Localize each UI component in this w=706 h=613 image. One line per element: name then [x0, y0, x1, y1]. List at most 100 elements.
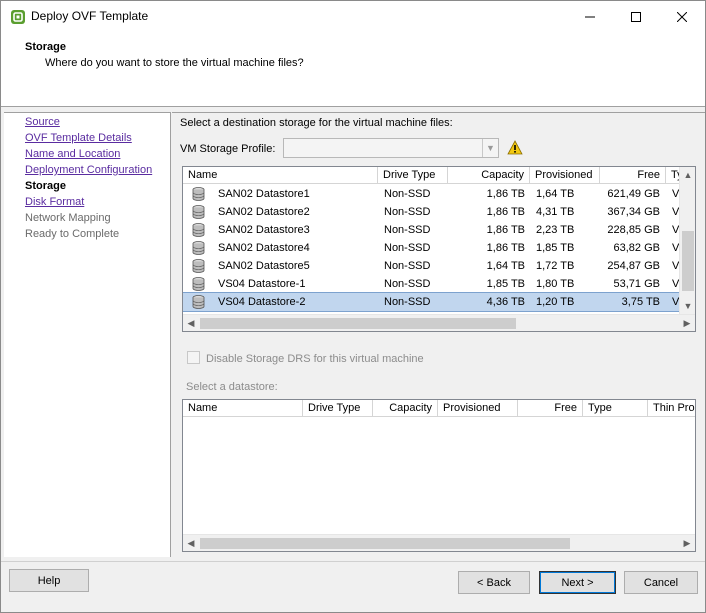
scroll-thumb[interactable]: [200, 318, 516, 329]
col-type[interactable]: Type: [583, 400, 648, 417]
title-bar[interactable]: Deploy OVF Template: [1, 1, 705, 32]
datastore-icon: [192, 205, 205, 219]
col-thin-provisioning[interactable]: Thin Pro: [648, 400, 695, 417]
table-row[interactable]: SAN02 Datastore4 Non-SSD 1,86 TB 1,85 TB 63,…: [183, 239, 682, 257]
cell-name: VS04 Datastore-2: [218, 296, 306, 308]
scroll-thumb[interactable]: [200, 538, 570, 549]
cell-provisioned: 1,20 TB: [536, 296, 575, 308]
datastore-icon: [192, 277, 205, 291]
table-row[interactable]: SAN02 Datastore3 Non-SSD 1,86 TB 2,23 TB 228…: [183, 221, 682, 239]
close-icon: [677, 11, 687, 22]
minimize-button[interactable]: [567, 1, 613, 32]
page-subtitle: Where do you want to store the virtual m…: [45, 57, 304, 69]
cell-drive-type: Non-SSD: [384, 296, 431, 308]
cell-provisioned: 1,72 TB: [536, 260, 575, 272]
cell-free: 53,71 GB: [613, 278, 660, 290]
table-row[interactable]: SAN02 Datastore5 Non-SSD 1,64 TB 1,72 TB 254…: [183, 257, 682, 275]
cell-drive-type: Non-SSD: [384, 278, 431, 290]
disable-drs-checkbox[interactable]: [187, 351, 200, 364]
storage-panel: Select a destination storage for the vir…: [172, 112, 705, 557]
datastore-vscrollbar[interactable]: ▲ ▼: [679, 167, 695, 314]
vm-storage-profile-select[interactable]: ▼: [283, 138, 499, 158]
col-free[interactable]: Free: [518, 400, 583, 417]
page-title: Storage: [25, 41, 66, 53]
cell-name: VS04 Datastore-1: [218, 278, 306, 290]
datastore-detail-table: Name Drive Type Capacity Provisioned Fre…: [182, 399, 696, 552]
detail-hscrollbar[interactable]: ◀ ▶: [183, 534, 695, 551]
cell-capacity: 1,86 TB: [486, 224, 525, 236]
col-drive-type[interactable]: Drive Type: [303, 400, 373, 417]
cell-free: 367,34 GB: [607, 206, 660, 218]
vm-storage-profile-label: VM Storage Profile:: [180, 143, 276, 155]
cell-drive-type: Non-SSD: [384, 242, 431, 254]
maximize-button[interactable]: [613, 1, 659, 32]
minimize-icon: [585, 16, 595, 17]
scroll-right-icon[interactable]: ▶: [679, 315, 695, 331]
col-name[interactable]: Name: [183, 400, 303, 417]
table-row[interactable]: SAN02 Datastore1 Non-SSD 1,86 TB 1,64 TB 621…: [183, 185, 682, 203]
vsphere-app-icon: [11, 10, 25, 24]
cell-name: SAN02 Datastore2: [218, 206, 310, 218]
help-button[interactable]: Help: [9, 569, 89, 592]
cell-free: 621,49 GB: [607, 188, 660, 200]
cell-provisioned: 1,80 TB: [536, 278, 575, 290]
cell-name: SAN02 Datastore5: [218, 260, 310, 272]
cell-drive-type: Non-SSD: [384, 206, 431, 218]
datastore-icon: [192, 241, 205, 255]
scroll-thumb[interactable]: [682, 231, 694, 291]
col-free[interactable]: Free: [600, 167, 666, 184]
deploy-ovf-dialog: Deploy OVF Template Storage Where do you…: [0, 0, 706, 613]
datastore-icon: [192, 259, 205, 273]
footer-divider: [1, 561, 705, 562]
col-provisioned[interactable]: Provisioned: [438, 400, 518, 417]
step-storage: Storage: [25, 180, 66, 192]
cell-capacity: 4,36 TB: [486, 296, 525, 308]
scroll-right-icon[interactable]: ▶: [679, 535, 695, 551]
next-button[interactable]: Next >: [539, 571, 616, 594]
cell-provisioned: 4,31 TB: [536, 206, 575, 218]
col-drive-type[interactable]: Drive Type: [378, 167, 448, 184]
cell-provisioned: 2,23 TB: [536, 224, 575, 236]
cell-free: 228,85 GB: [607, 224, 660, 236]
close-button[interactable]: [659, 1, 705, 32]
scroll-left-icon[interactable]: ◀: [183, 315, 199, 331]
step-disk-format[interactable]: Disk Format: [25, 196, 84, 208]
datastore-table-header: Name Drive Type Capacity Provisioned Fre…: [183, 167, 695, 184]
cell-free: 3,75 TB: [621, 296, 660, 308]
wizard-header: Storage Where do you want to store the v…: [1, 32, 705, 107]
col-capacity[interactable]: Capacity: [448, 167, 530, 184]
scroll-up-icon[interactable]: ▲: [680, 167, 695, 183]
cell-capacity: 1,86 TB: [486, 242, 525, 254]
table-row[interactable]: SAN02 Datastore2 Non-SSD 1,86 TB 4,31 TB 367…: [183, 203, 682, 221]
step-ready-to-complete: Ready to Complete: [25, 228, 120, 240]
col-provisioned[interactable]: Provisioned: [530, 167, 600, 184]
cell-free: 254,87 GB: [607, 260, 660, 272]
step-name-and-location[interactable]: Name and Location: [25, 148, 120, 160]
table-row[interactable]: VS04 Datastore-1 Non-SSD 1,85 TB 1,80 TB 53,…: [183, 275, 682, 293]
cell-drive-type: Non-SSD: [384, 188, 431, 200]
datastore-icon: [192, 223, 205, 237]
chevron-down-icon: ▼: [482, 139, 498, 157]
col-capacity[interactable]: Capacity: [373, 400, 438, 417]
col-name[interactable]: Name: [183, 167, 378, 184]
scroll-down-icon[interactable]: ▼: [680, 298, 695, 314]
cancel-button[interactable]: Cancel: [624, 571, 698, 594]
warning-icon: [507, 140, 523, 155]
step-ovf-template-details[interactable]: OVF Template Details: [25, 132, 132, 144]
table-row[interactable]: VS04 Datastore-2 Non-SSD 4,36 TB 1,20 TB 3,7…: [183, 292, 682, 312]
step-source[interactable]: Source: [25, 116, 60, 128]
cell-name: SAN02 Datastore1: [218, 188, 310, 200]
back-button[interactable]: < Back: [458, 571, 530, 594]
cell-drive-type: Non-SSD: [384, 224, 431, 236]
cell-capacity: 1,86 TB: [486, 206, 525, 218]
scroll-left-icon[interactable]: ◀: [183, 535, 199, 551]
datastore-icon: [192, 187, 205, 201]
datastore-hscrollbar[interactable]: ◀ ▶: [183, 314, 695, 331]
cell-provisioned: 1,64 TB: [536, 188, 575, 200]
cell-capacity: 1,86 TB: [486, 188, 525, 200]
storage-prompt: Select a destination storage for the vir…: [180, 117, 453, 129]
datastore-detail-header: Name Drive Type Capacity Provisioned Fre…: [183, 400, 695, 417]
step-deployment-configuration[interactable]: Deployment Configuration: [25, 164, 152, 176]
cell-capacity: 1,64 TB: [486, 260, 525, 272]
wizard-steps: Source OVF Template Details Name and Loc…: [4, 112, 171, 557]
